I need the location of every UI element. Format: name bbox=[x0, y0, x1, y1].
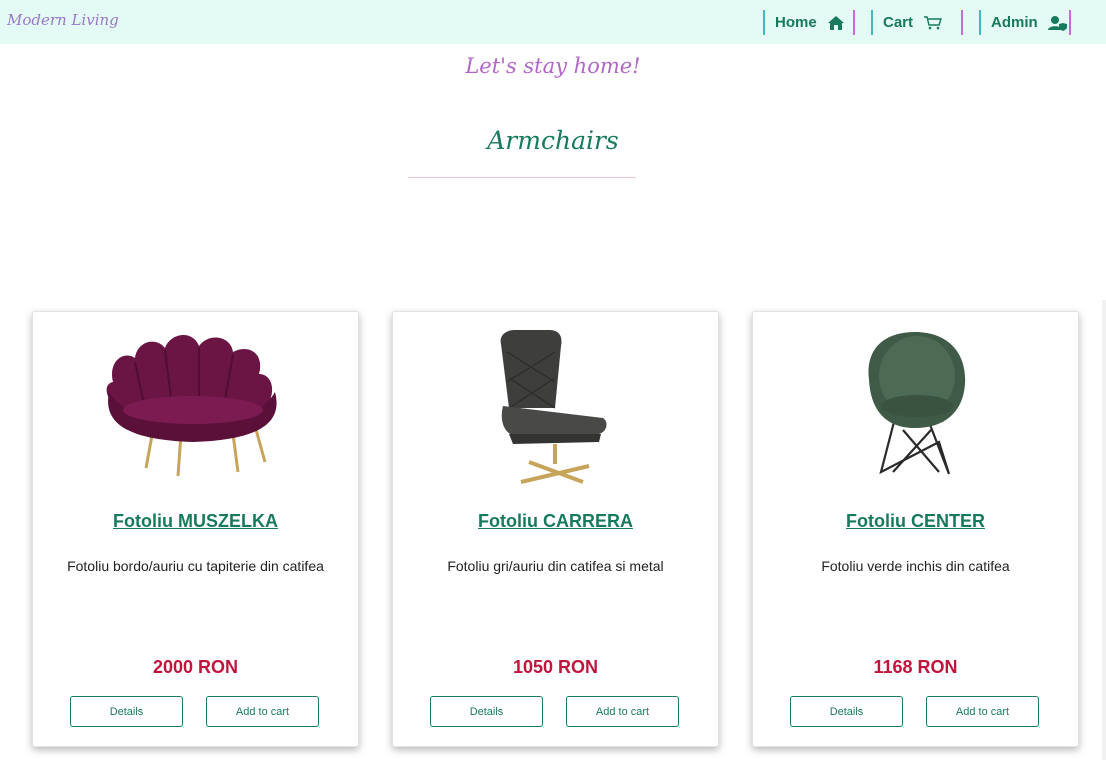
nav-cart-label: Cart bbox=[883, 14, 914, 31]
title-divider bbox=[408, 177, 636, 178]
nav-admin[interactable]: Admin bbox=[979, 10, 1071, 35]
top-navbar: Modern Living Home Cart Admin bbox=[0, 0, 1106, 44]
product-price: 1168 RON bbox=[873, 657, 958, 677]
product-card: Fotoliu CENTER Fotoliu verde inchis din … bbox=[752, 311, 1079, 747]
product-description: Fotoliu bordo/auriu cu tapiterie din cat… bbox=[67, 558, 324, 574]
product-image bbox=[393, 322, 718, 492]
add-to-cart-button[interactable]: Add to cart bbox=[566, 696, 679, 727]
nav-home[interactable]: Home bbox=[763, 10, 855, 35]
product-name[interactable]: Fotoliu CARRERA bbox=[393, 511, 718, 532]
details-button[interactable]: Details bbox=[70, 696, 183, 727]
product-price: 1050 RON bbox=[512, 657, 599, 677]
product-image bbox=[33, 322, 358, 492]
nav-home-label: Home bbox=[775, 14, 817, 31]
home-icon bbox=[827, 15, 845, 31]
add-to-cart-button[interactable]: Add to cart bbox=[206, 696, 319, 727]
tagline: Let's stay home! bbox=[465, 54, 641, 78]
details-button[interactable]: Details bbox=[430, 696, 543, 727]
cart-icon bbox=[923, 15, 943, 31]
brand-logo[interactable]: Modern Living bbox=[7, 11, 119, 29]
admin-user-icon bbox=[1047, 15, 1068, 31]
product-price: 2000 RON bbox=[152, 657, 239, 677]
product-name[interactable]: Fotoliu MUSZELKA bbox=[33, 511, 358, 532]
nav-admin-label: Admin bbox=[991, 14, 1038, 31]
product-card: Fotoliu MUSZELKA Fotoliu bordo/auriu cu … bbox=[32, 311, 359, 747]
product-image bbox=[753, 322, 1078, 492]
product-description: Fotoliu verde inchis din catifea bbox=[821, 558, 1010, 574]
details-button[interactable]: Details bbox=[790, 696, 903, 727]
scrollbar-track[interactable] bbox=[1102, 300, 1106, 760]
product-name[interactable]: Fotoliu CENTER bbox=[753, 511, 1078, 532]
add-to-cart-button[interactable]: Add to cart bbox=[926, 696, 1039, 727]
nav-cart[interactable]: Cart bbox=[871, 10, 963, 35]
page-title: Armchairs bbox=[487, 126, 619, 155]
product-description: Fotoliu gri/auriu din catifea si metal bbox=[447, 558, 664, 574]
product-card: Fotoliu CARRERA Fotoliu gri/auriu din ca… bbox=[392, 311, 719, 747]
